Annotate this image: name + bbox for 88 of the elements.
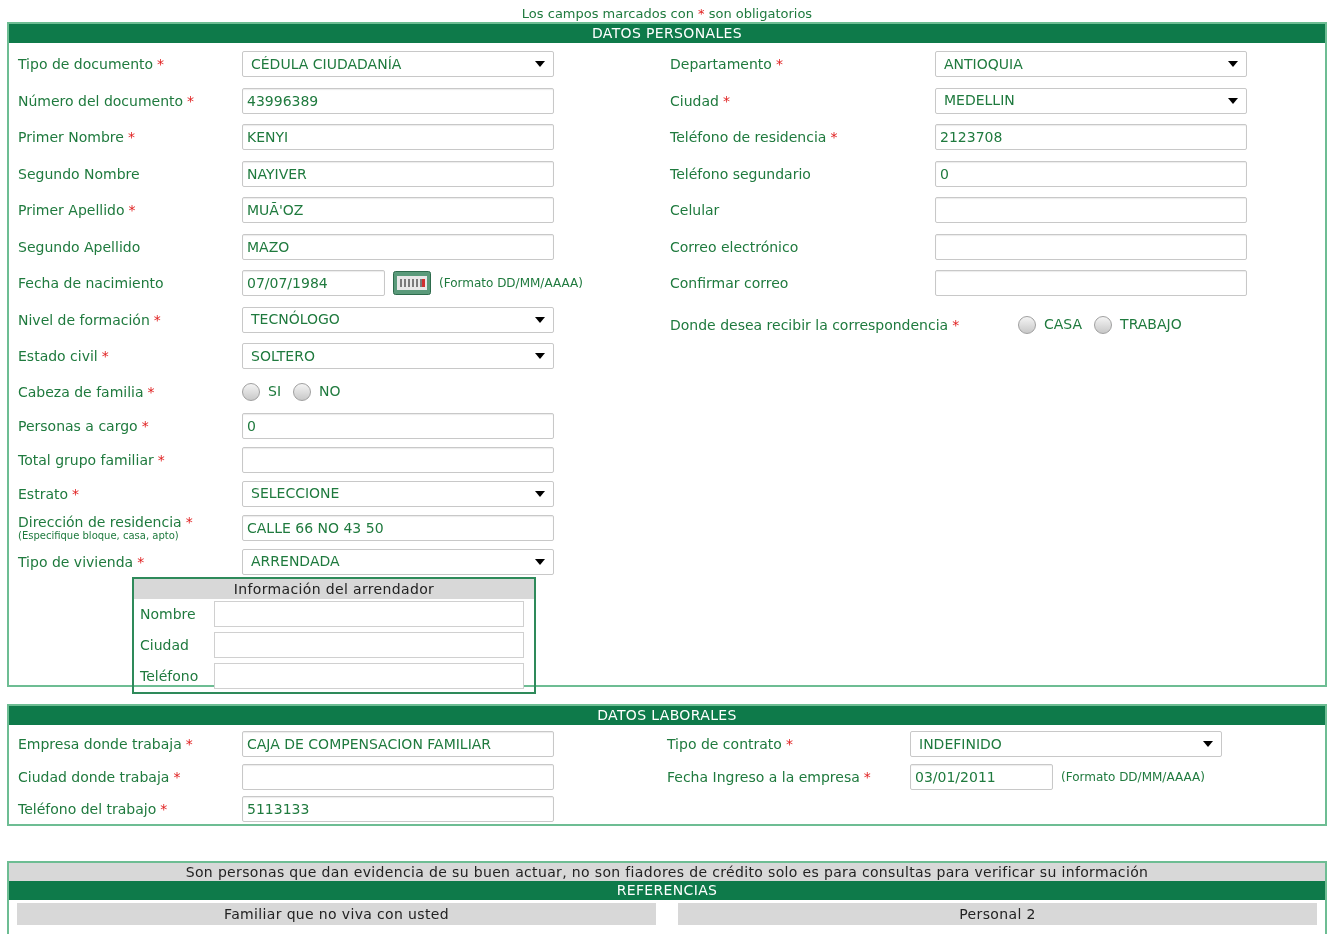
dropdown[interactable]: ARRENDADA [242, 548, 554, 575]
text-field[interactable] [242, 763, 554, 790]
caret-icon [535, 316, 545, 323]
dropdown[interactable]: ANTIOQUIA [935, 51, 1247, 78]
caret-icon [535, 490, 545, 497]
date-field[interactable]: 03/01/2011 [910, 763, 1053, 790]
text-field[interactable]: KENYI [242, 124, 554, 151]
radio-button[interactable] [293, 382, 311, 401]
text-field[interactable]: MAZO [242, 233, 554, 260]
radio-button[interactable] [1094, 315, 1113, 334]
field-label: Tipo de vivienda * [18, 553, 146, 570]
caret-icon [1228, 97, 1238, 104]
field-label: Segundo Apellido [18, 238, 142, 255]
field-label: Tipo de documento * [18, 56, 166, 73]
radio-label: SI [268, 382, 281, 401]
calendar-icon[interactable] [393, 271, 431, 296]
dropdown[interactable]: SOLTERO [242, 343, 554, 370]
dropdown[interactable]: CÉDULA CIUDADANÍA [242, 51, 554, 78]
field-sublabel: (Especifique bloque, casa, apto) [18, 529, 180, 542]
section-header: DATOS PERSONALES [9, 24, 1325, 43]
radio-label: TRABAJO [1120, 315, 1182, 334]
format-hint: (Formato DD/MM/AAAA) [1061, 768, 1205, 786]
landlord-title: Información del arrendador [134, 578, 534, 599]
field-label: Cabeza de familia * [18, 383, 156, 400]
caret-icon [535, 61, 545, 68]
radio-button[interactable] [1018, 315, 1036, 334]
field-label: Donde desea recibir la correspondencia * [670, 316, 961, 333]
field-label: Fecha de nacimiento [18, 275, 165, 292]
text-field[interactable] [935, 233, 1247, 260]
format-hint: (Formato DD/MM/AAAA) [439, 275, 583, 293]
field-label: Correo electrónico [670, 238, 800, 255]
field-label: Total grupo familiar * [18, 451, 166, 468]
field-label: Nombre [140, 604, 197, 624]
field-label: Fecha Ingreso a la empresa * [667, 768, 872, 785]
text-field[interactable]: 43996389 [242, 87, 554, 114]
field-label: Teléfono segundario [670, 165, 812, 182]
date-field[interactable]: 07/07/1984 [242, 270, 385, 297]
radio-label: NO [319, 382, 341, 401]
caret-icon [535, 558, 545, 565]
field-label: Confirmar correo [670, 275, 790, 292]
section-header: DATOS LABORALES [9, 706, 1325, 725]
caret-icon [1228, 61, 1238, 68]
references-note: Son personas que dan evidencia de su buen actuar, no son fiadores de crédito solo es para consultas para verificar su información [9, 863, 1325, 881]
field-label: Primer Apellido * [18, 202, 137, 219]
section-header: REFERENCIAS [9, 881, 1325, 900]
field-label: Estado civil * [18, 348, 110, 365]
field-label: Teléfono del trabajo * [18, 801, 169, 818]
field-label: Departamento * [670, 56, 784, 73]
caret-icon [535, 353, 545, 360]
field-label: Personas a cargo * [18, 417, 150, 434]
field-label: Teléfono [140, 666, 200, 686]
text-field[interactable] [214, 632, 524, 658]
caret-icon [1203, 741, 1213, 748]
field-label: Segundo Nombre [18, 165, 141, 182]
dropdown[interactable]: INDEFINIDO [910, 731, 1222, 758]
radio-button[interactable] [242, 382, 260, 401]
field-label: Ciudad donde trabaja * [18, 768, 182, 785]
text-field[interactable]: 0 [935, 160, 1247, 187]
field-label: Dirección de residencia * [18, 513, 194, 530]
text-field[interactable] [935, 197, 1247, 224]
field-label: Celular [670, 202, 721, 219]
reference-column-header: Personal 2 [678, 903, 1317, 925]
text-field[interactable]: CALLE 66 NO 43 50 [242, 514, 554, 541]
text-field[interactable]: 0 [242, 412, 554, 439]
text-field[interactable] [214, 663, 524, 689]
dropdown[interactable]: TECNÓLOGO [242, 306, 554, 333]
text-field[interactable]: 5113133 [242, 796, 554, 823]
dropdown[interactable]: MEDELLIN [935, 87, 1247, 114]
field-label: Nivel de formación * [18, 311, 162, 328]
text-field[interactable] [214, 601, 524, 627]
text-field[interactable]: NAYIVER [242, 160, 554, 187]
field-label: Tipo de contrato * [667, 736, 794, 753]
dropdown[interactable]: SELECCIONE [242, 480, 554, 507]
field-label: Teléfono de residencia * [670, 129, 839, 146]
field-label: Empresa donde trabaja * [18, 736, 194, 753]
radio-label: CASA [1044, 315, 1083, 334]
required-note: Los campos marcados con * son obligatorios [520, 6, 814, 22]
text-field[interactable] [935, 270, 1247, 297]
text-field[interactable]: MUÃ'OZ [242, 197, 554, 224]
field-label: Número del documento * [18, 92, 196, 109]
reference-column-header: Familiar que no viva con usted [17, 903, 656, 925]
field-label: Ciudad [140, 635, 190, 655]
field-label: Estrato * [18, 485, 81, 502]
text-field[interactable] [242, 446, 554, 473]
field-label: Primer Nombre * [18, 129, 136, 146]
text-field[interactable]: 2123708 [935, 124, 1247, 151]
field-label: Ciudad * [670, 92, 731, 109]
text-field[interactable]: CAJA DE COMPENSACION FAMILIAR [242, 731, 554, 758]
